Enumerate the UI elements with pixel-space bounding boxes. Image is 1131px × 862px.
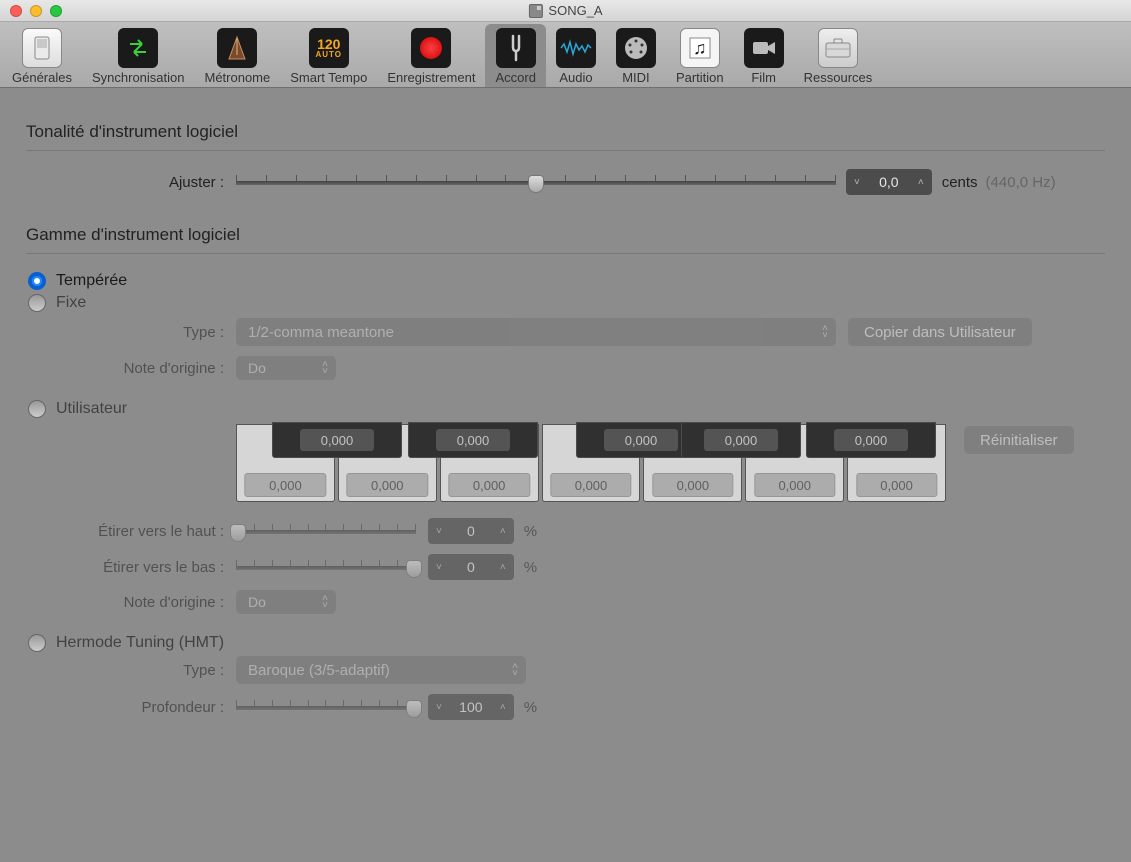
tab-synchronisation[interactable]: Synchronisation (82, 24, 195, 87)
switch-icon (22, 28, 62, 68)
tab-accord[interactable]: Accord (485, 24, 545, 87)
zoom-window-button[interactable] (50, 5, 62, 17)
stretch-down-stepper[interactable]: ˅ 0 ˄ (428, 554, 514, 580)
tempo-icon: 120 AUTO (309, 28, 349, 68)
depth-label: Profondeur : (26, 699, 236, 716)
radio-fixe[interactable] (28, 294, 46, 312)
stretch-up-stepper[interactable]: ˅ 0 ˄ (428, 518, 514, 544)
black-key[interactable]: 0,000 (806, 422, 936, 458)
radio-utilisateur[interactable] (28, 400, 46, 418)
radio-temperee[interactable] (28, 272, 46, 290)
record-icon (411, 28, 451, 68)
black-key[interactable]: 0,000 (681, 422, 801, 458)
document-icon (528, 4, 542, 18)
toolbar: Générales Synchronisation Métronome 120 … (0, 22, 1131, 88)
freq-readout: (440,0 Hz) (986, 174, 1056, 191)
chevron-updown-icon: ˄˅ (322, 595, 328, 609)
stretch-up-label: Étirer vers le haut : (26, 523, 236, 540)
svg-text:♫: ♫ (693, 38, 707, 58)
stepper-down-icon[interactable]: ˅ (432, 526, 446, 537)
titlebar: SONG_A (0, 0, 1131, 22)
hmt-type-select[interactable]: Baroque (3/5-adaptif) ˄˅ (236, 656, 526, 684)
stepper-down-icon[interactable]: ˅ (850, 177, 864, 188)
section-title-tonalite: Tonalité d'instrument logiciel (26, 122, 1105, 142)
hmt-type-label: Type : (26, 662, 236, 679)
adjust-stepper[interactable]: ˅ 0,0 ˄ (846, 169, 932, 195)
tab-enregistrement[interactable]: Enregistrement (377, 24, 485, 87)
stepper-up-icon[interactable]: ˄ (496, 526, 510, 537)
root-note-2-select[interactable]: Do ˄˅ (236, 590, 336, 614)
stretch-up-slider[interactable] (236, 521, 416, 541)
black-key[interactable]: 0,000 (408, 422, 538, 458)
stepper-up-icon[interactable]: ˄ (914, 177, 928, 188)
briefcase-icon (818, 28, 858, 68)
copy-user-button[interactable]: Copier dans Utilisateur (848, 318, 1032, 346)
tab-partition[interactable]: ♫ Partition (666, 24, 734, 87)
section-title-gamme: Gamme d'instrument logiciel (26, 225, 1105, 245)
chevron-updown-icon: ˄˅ (512, 663, 518, 677)
keyboard-tuning[interactable]: 0,000 0,000 0,000 0,000 0,000 0,000 0,00… (236, 422, 946, 502)
depth-slider[interactable] (236, 697, 416, 717)
adjust-label: Ajuster : (26, 174, 236, 191)
tab-generales[interactable]: Générales (2, 24, 82, 87)
black-key[interactable]: 0,000 (272, 422, 402, 458)
stepper-up-icon[interactable]: ˄ (496, 562, 510, 573)
stretch-down-slider[interactable] (236, 557, 416, 577)
tuning-fork-icon (496, 28, 536, 68)
type-label: Type : (26, 324, 236, 341)
stepper-down-icon[interactable]: ˅ (432, 562, 446, 573)
score-icon: ♫ (680, 28, 720, 68)
depth-stepper[interactable]: ˅ 100 ˄ (428, 694, 514, 720)
root-note-2-label: Note d'origine : (26, 594, 236, 611)
minimize-window-button[interactable] (30, 5, 42, 17)
film-camera-icon (744, 28, 784, 68)
adjust-slider[interactable] (236, 172, 836, 192)
tab-smart-tempo[interactable]: 120 AUTO Smart Tempo (280, 24, 377, 87)
sync-icon (118, 28, 158, 68)
metronome-icon (217, 28, 257, 68)
stepper-up-icon[interactable]: ˄ (496, 702, 510, 713)
midi-icon (616, 28, 656, 68)
stretch-down-label: Étirer vers le bas : (26, 559, 236, 576)
close-window-button[interactable] (10, 5, 22, 17)
tab-metronome[interactable]: Métronome (194, 24, 280, 87)
audio-waveform-icon (556, 28, 596, 68)
tab-film[interactable]: Film (734, 24, 794, 87)
type-select[interactable]: 1/2-comma meantone ˄˅ (236, 318, 836, 346)
window-title: SONG_A (548, 3, 602, 18)
tab-audio[interactable]: Audio (546, 24, 606, 87)
root-note-label: Note d'origine : (26, 360, 236, 377)
root-note-select[interactable]: Do ˄˅ (236, 356, 336, 380)
stepper-down-icon[interactable]: ˅ (432, 702, 446, 713)
chevron-updown-icon: ˄˅ (822, 325, 828, 339)
tab-midi[interactable]: MIDI (606, 24, 666, 87)
cents-unit: cents (942, 174, 978, 191)
tab-ressources[interactable]: Ressources (794, 24, 883, 87)
reset-button[interactable]: Réinitialiser (964, 426, 1074, 454)
radio-hermode[interactable] (28, 634, 46, 652)
chevron-updown-icon: ˄˅ (322, 361, 328, 375)
